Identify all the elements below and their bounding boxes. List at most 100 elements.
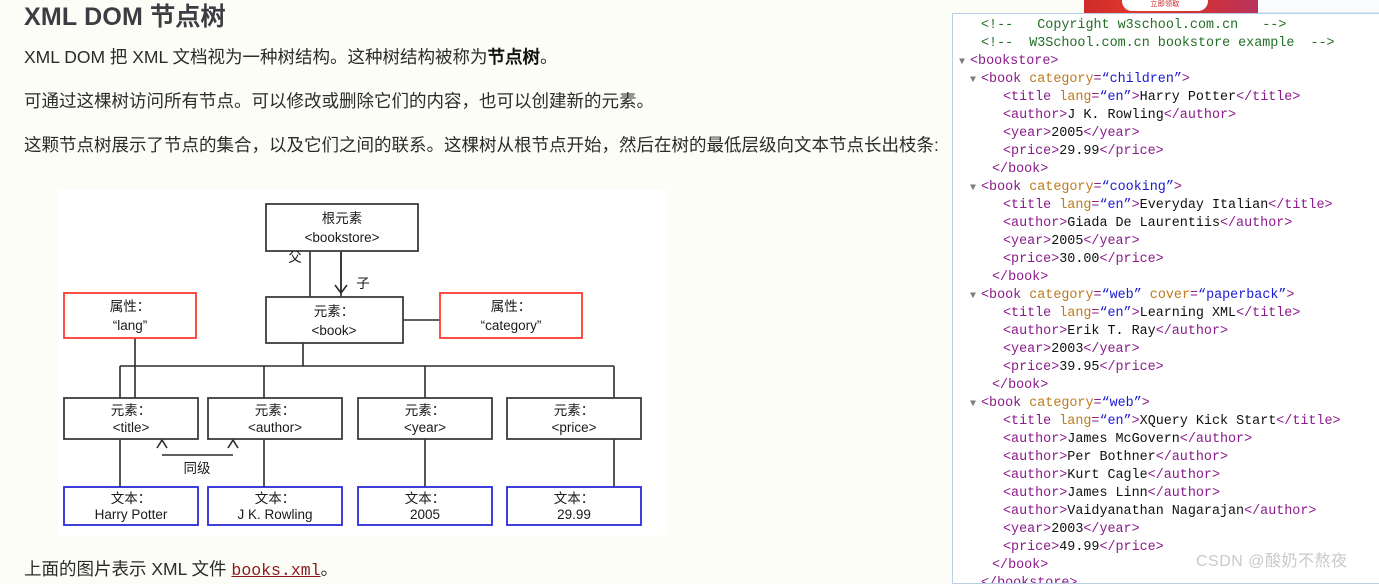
diagram-node-element-price: 元素： <price> (506, 397, 642, 440)
promo-claim-label: 立即领取 (1150, 1, 1180, 8)
xml-token-av: “en” (1099, 90, 1132, 105)
xml-code-block: <!-- Copyright w3school.com.cn --> <!-- W… (953, 17, 1343, 583)
xml-token-tg: <price> (1003, 144, 1060, 159)
attr-category-line1: 属性： (491, 299, 532, 314)
xml-token-tg: <book (981, 72, 1030, 87)
xml-code-line: <title lang=“en”>Everyday Italian</title… (959, 197, 1341, 215)
xml-token-tx: James McGovern (1067, 432, 1180, 447)
tx-1-line2: Harry Potter (95, 507, 168, 522)
xml-token-tg: </author> (1219, 216, 1293, 231)
xml-token-tg: <book (981, 288, 1030, 303)
attr-lang-line2: “lang” (113, 318, 148, 333)
xml-code-line: <author>Kurt Cagle</author> (959, 467, 1341, 485)
paragraph-1-bold: 节点树 (487, 47, 540, 67)
xml-code-line: ▼ <bookstore> (959, 53, 1341, 71)
xml-token-tx: J K. Rowling (1067, 108, 1164, 123)
tx-1-line1: 文本： (111, 491, 152, 506)
xml-token-tx: 49.99 (1059, 540, 1100, 555)
xml-token-tx: 30.00 (1059, 252, 1100, 267)
xml-code-line: <author>Vaidyanathan Nagarajan</author> (959, 503, 1341, 521)
xml-token-tx: 39.95 (1059, 360, 1100, 375)
xml-token-tx: James Linn (1067, 486, 1148, 501)
attr-category-line2: “category” (481, 318, 542, 333)
xml-token-tg: <author> (1003, 504, 1068, 519)
xml-token-at: lang (1059, 198, 1092, 213)
xml-token-av: “en” (1099, 306, 1132, 321)
books-xml-link[interactable]: books.xml (231, 561, 320, 580)
xml-token-tg: <author> (1003, 450, 1068, 465)
xml-token-tg: </title> (1276, 414, 1341, 429)
xml-token-tg: </author> (1163, 108, 1237, 123)
xml-token-tg: > (1131, 198, 1140, 213)
xml-token-tg: <author> (1003, 432, 1068, 447)
xml-token-tg: <book (981, 396, 1030, 411)
caption-pre: 上面的图片表示 XML 文件 (24, 559, 232, 579)
xml-code-line: </book> (959, 161, 1341, 179)
xml-code-line: </bookstore> (959, 575, 1341, 583)
xml-code-line: <year>2005</year> (959, 233, 1341, 251)
xml-code-line: <price>39.95</price> (959, 359, 1341, 377)
chevron-down-icon[interactable]: ▼ (959, 54, 970, 72)
xml-token-tg: <author> (1003, 324, 1068, 339)
chevron-down-icon[interactable]: ▼ (970, 288, 981, 306)
paragraph-1: XML DOM 把 XML 文档视为一种树结构。这种树结构被称为节点树。 (24, 46, 557, 68)
xml-code-line: </book> (959, 557, 1341, 575)
caption-post: 。 (320, 559, 339, 579)
xml-source-panel[interactable]: <!-- Copyright w3school.com.cn --> <!-- W… (952, 13, 1379, 584)
xml-token-tg: </year> (1083, 522, 1140, 537)
diagram-node-text-rowling: 文本： J K. Rowling (207, 486, 343, 526)
xml-token-tg: = (1093, 288, 1102, 303)
xml-code-line: ▼ <book category=“children”> (959, 71, 1341, 89)
xml-token-at: category (1029, 180, 1094, 195)
xml-token-tg: </author> (1155, 450, 1229, 465)
diagram-node-root: 根元素 <bookstore> (265, 203, 419, 252)
xml-token-tx: Giada De Laurentiis (1067, 216, 1220, 231)
chevron-down-icon[interactable]: ▼ (970, 72, 981, 90)
tx-4-line1: 文本： (554, 491, 595, 506)
xml-token-tx: 2005 (1051, 234, 1084, 249)
xml-token-tg: </year> (1083, 342, 1140, 357)
book-line1: 元素： (314, 304, 355, 319)
node-tree-diagram: 根元素 <bookstore> 元素： <book> 属性： “lang” 属性… (58, 190, 668, 535)
xml-token-tg (1142, 288, 1150, 303)
xml-token-tg: </title> (1236, 306, 1301, 321)
xml-token-av: “cooking” (1101, 180, 1174, 195)
xml-token-tg: </price> (1099, 540, 1164, 555)
el-price-line2: <price> (551, 420, 596, 435)
el-price-line1: 元素： (554, 403, 595, 418)
xml-token-tg: </title> (1236, 90, 1301, 105)
diagram-node-attribute-lang: 属性： “lang” (63, 292, 197, 339)
xml-token-tg: <year> (1003, 126, 1052, 141)
xml-token-tg: </author> (1155, 324, 1229, 339)
xml-token-tg: <title (1003, 198, 1060, 213)
xml-code-line: <title lang=“en”>Learning XML</title> (959, 305, 1341, 323)
xml-code-line: <title lang=“en”>XQuery Kick Start</titl… (959, 413, 1341, 431)
promo-claim-button[interactable]: 立即领取 (1122, 0, 1208, 11)
xml-token-tg: </book> (992, 378, 1049, 393)
el-title-line1: 元素： (111, 403, 152, 418)
paragraph-3: 这颗节点树展示了节点的集合，以及它们之间的联系。这棵树从根节点开始，然后在树的最… (24, 135, 939, 155)
chevron-down-icon[interactable]: ▼ (970, 180, 981, 198)
xml-code-line: ▼ <book category=“cooking”> (959, 179, 1341, 197)
xml-token-tx: 2003 (1051, 342, 1084, 357)
xml-token-tx: 2005 (1051, 126, 1084, 141)
xml-token-av: “web” (1101, 396, 1142, 411)
xml-code-line: <author>James Linn</author> (959, 485, 1341, 503)
xml-code-line: ▼ <book category=“web”> (959, 395, 1341, 413)
xml-code-line: <price>49.99</price> (959, 539, 1341, 557)
xml-token-at: cover (1149, 288, 1190, 303)
root-line1: 根元素 (322, 211, 363, 226)
banner-right-blank (1258, 0, 1379, 13)
xml-code-line: <title lang=“en”>Harry Potter</title> (959, 89, 1341, 107)
tx-2-line2: J K. Rowling (237, 507, 312, 522)
diagram-node-text-harry-potter: 文本： Harry Potter (63, 486, 199, 526)
xml-code-line: <author>Giada De Laurentiis</author> (959, 215, 1341, 233)
xml-token-tx: 2003 (1051, 522, 1084, 537)
xml-token-tg: </title> (1268, 198, 1333, 213)
chevron-down-icon[interactable]: ▼ (970, 396, 981, 414)
attr-lang-line1: 属性： (110, 299, 151, 314)
paragraph-1-pre: XML DOM 把 XML 文档视为一种树结构。这种树结构被称为 (24, 47, 488, 67)
xml-code-line: </book> (959, 269, 1341, 287)
tx-3-line2: 2005 (410, 507, 440, 522)
xml-token-tg: <bookstore> (970, 54, 1059, 69)
